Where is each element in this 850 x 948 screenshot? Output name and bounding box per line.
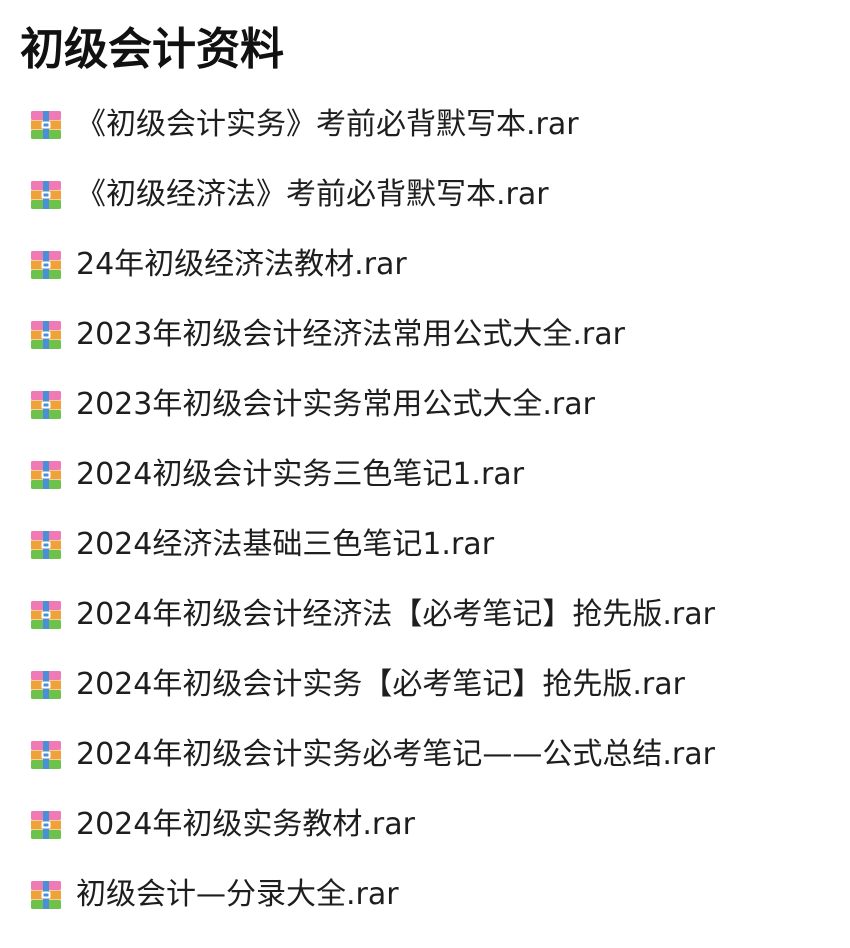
file-list-item[interactable]: 2024经济法基础三色笔记1.rar [0,510,850,580]
file-name[interactable]: 24年初级经济法教材.rar [76,247,407,283]
rar-archive-icon [30,530,62,560]
file-list-item[interactable]: 《初级会计实务》考前必背默写本.rar [0,90,850,160]
file-list-item[interactable]: 《初级经济法》考前必背默写本.rar [0,160,850,230]
rar-archive-icon [30,180,62,210]
file-name[interactable]: 2023年初级会计实务常用公式大全.rar [76,387,595,423]
rar-archive-icon [30,390,62,420]
file-list-item[interactable]: 24年初级经济法教材.rar [0,230,850,300]
file-name[interactable]: 2024初级会计实务三色笔记1.rar [76,457,524,493]
page-title: 初级会计资料 [20,24,284,75]
file-list-item[interactable]: 2024年初级会计实务必考笔记——公式总结.rar [0,720,850,790]
file-name[interactable]: 《初级会计实务》考前必背默写本.rar [76,107,579,143]
file-list: 《初级会计实务》考前必背默写本.rar 《初级经济法》考前必背默写本.rar 2… [0,90,850,930]
file-list-item[interactable]: 2024年初级实务教材.rar [0,790,850,860]
rar-archive-icon [30,250,62,280]
file-name[interactable]: 2024经济法基础三色笔记1.rar [76,527,494,563]
file-list-item[interactable]: 2023年初级会计实务常用公式大全.rar [0,370,850,440]
file-name[interactable]: 2024年初级会计实务【必考笔记】抢先版.rar [76,667,685,703]
rar-archive-icon [30,320,62,350]
file-name[interactable]: 2024年初级会计实务必考笔记——公式总结.rar [76,737,715,773]
rar-archive-icon [30,670,62,700]
file-list-item[interactable]: 2023年初级会计经济法常用公式大全.rar [0,300,850,370]
rar-archive-icon [30,740,62,770]
rar-archive-icon [30,110,62,140]
rar-archive-icon [30,460,62,490]
file-list-item[interactable]: 2024年初级会计实务【必考笔记】抢先版.rar [0,650,850,720]
file-list-item[interactable]: 2024初级会计实务三色笔记1.rar [0,440,850,510]
file-name[interactable]: 初级会计—分录大全.rar [76,877,399,913]
rar-archive-icon [30,810,62,840]
file-list-item[interactable]: 初级会计—分录大全.rar [0,860,850,930]
file-list-item[interactable]: 2024年初级会计经济法【必考笔记】抢先版.rar [0,580,850,650]
file-name[interactable]: 2023年初级会计经济法常用公式大全.rar [76,317,625,353]
rar-archive-icon [30,880,62,910]
file-name[interactable]: 2024年初级实务教材.rar [76,807,415,843]
rar-archive-icon [30,600,62,630]
file-name[interactable]: 2024年初级会计经济法【必考笔记】抢先版.rar [76,597,715,633]
file-name[interactable]: 《初级经济法》考前必背默写本.rar [76,177,549,213]
